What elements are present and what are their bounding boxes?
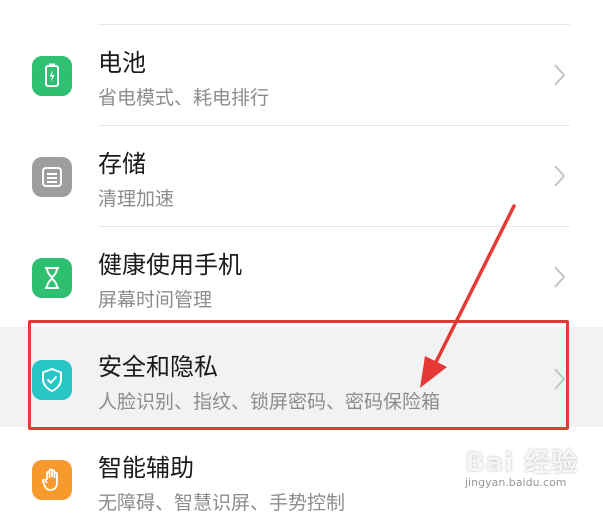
annotation-arrow (420, 204, 516, 388)
watermark-url: jingyan.baidu.com (465, 476, 567, 489)
watermark-brand: Bai 经验 (465, 448, 579, 478)
baidu-watermark: Bai 经验 jingyan.baidu.com (455, 440, 595, 500)
